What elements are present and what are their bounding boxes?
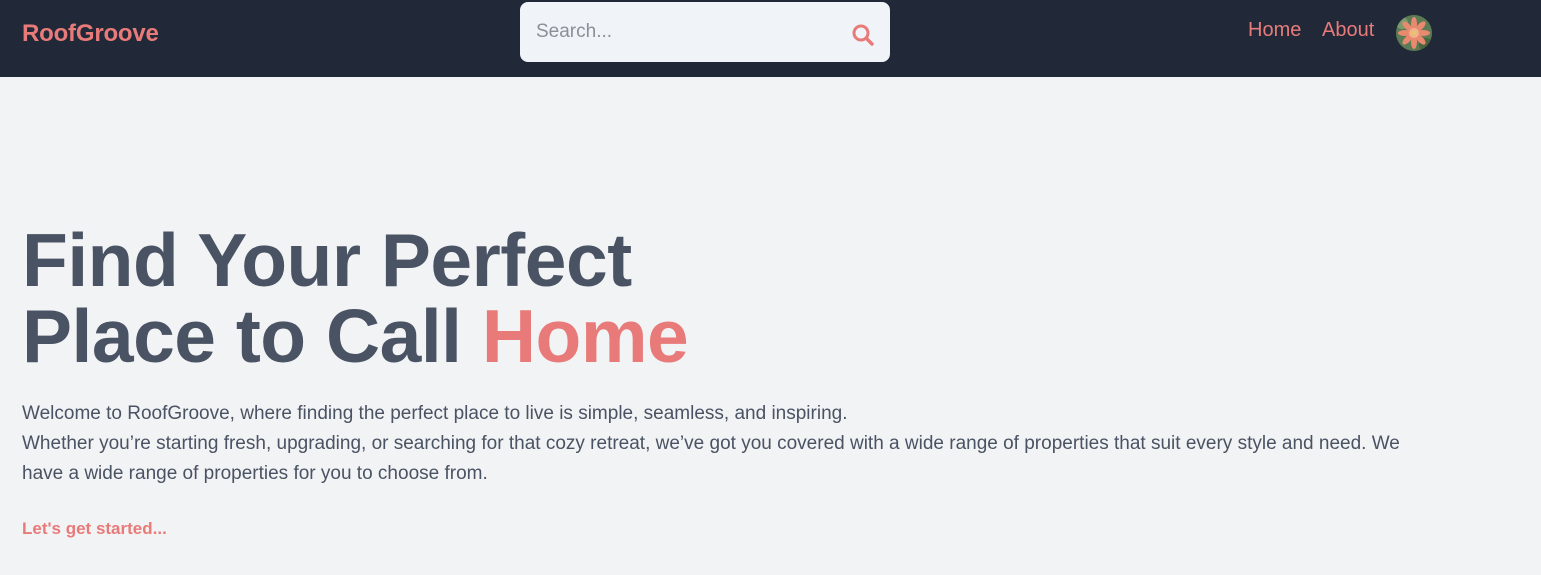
search-icon[interactable] (850, 22, 876, 48)
hero-description-line1: Welcome to RoofGroove, where finding the… (22, 403, 848, 424)
hero-title-line2: Place to Call (22, 294, 482, 378)
search-input[interactable] (520, 2, 840, 62)
nav-link-about[interactable]: About (1322, 19, 1374, 42)
avatar[interactable] (1396, 15, 1432, 51)
nav-link-home[interactable]: Home (1248, 19, 1301, 42)
hero-title-accent: Home (481, 294, 689, 378)
top-navbar: RoofGroove Home About (0, 0, 1541, 77)
hero-description: Welcome to RoofGroove, where finding the… (22, 399, 1402, 489)
get-started-link[interactable]: Let's get started... (22, 519, 167, 539)
brand-logo[interactable]: RoofGroove (22, 20, 159, 48)
flower-avatar-icon (1396, 15, 1432, 51)
search-box (520, 2, 890, 62)
hero-title-line1: Find Your Perfect (22, 218, 632, 302)
hero-title: Find Your Perfect Place to Call Home (22, 222, 689, 374)
hero-description-line2: Whether you’re starting fresh, upgrading… (22, 433, 1400, 484)
